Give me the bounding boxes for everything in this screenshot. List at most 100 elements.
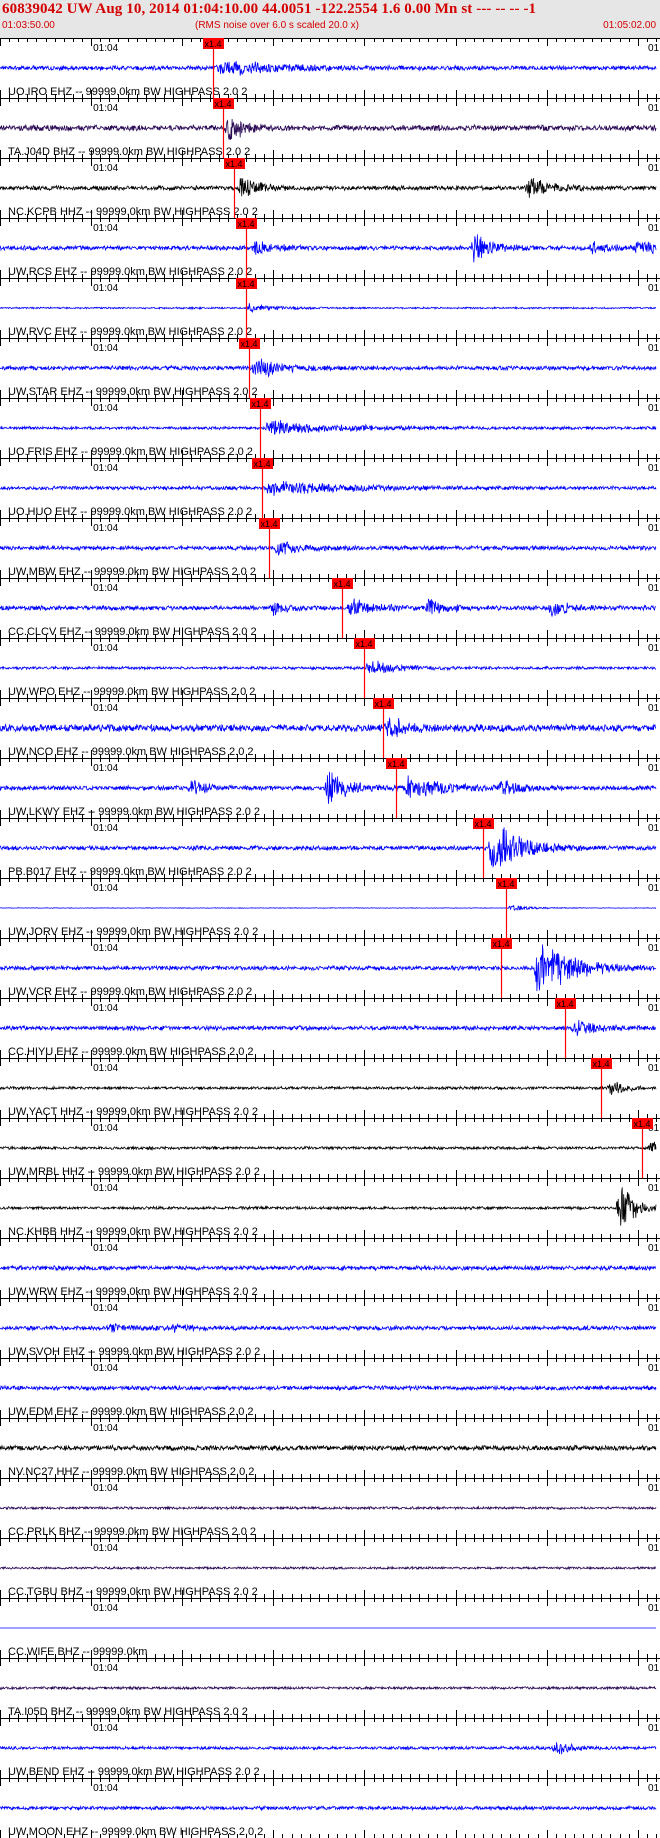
pick-label: x1.4 <box>225 159 242 169</box>
waveform <box>0 358 657 378</box>
pick-label: x1.4 <box>260 519 277 529</box>
minute-tick-label: 01:04 <box>93 943 118 954</box>
waveform <box>0 660 657 674</box>
minute-tick-label: 01:04 <box>93 1783 118 1794</box>
minute-tick-label: 01:04 <box>93 1543 118 1554</box>
event-title: 60839042 UW Aug 10, 2014 01:04:10.00 44.… <box>2 1 537 17</box>
waveform <box>0 1742 657 1755</box>
seismogram-plot: 01:04 01 UO.IRO EHZ -- 99999.0km BW HIGHPA… <box>0 38 660 1838</box>
station-label: CC.PRLK BHZ -- 99999.0km BW HIGHPASS 2.0… <box>8 1526 256 1538</box>
right-edge-label: 01 <box>648 703 660 714</box>
station-label: UW.WPO EHZ -- 99999.0km BW HIGHPASS 2.0 … <box>8 686 255 698</box>
right-edge-label: 01 <box>648 403 660 414</box>
station-label: PB.B017 EHZ -- 99999.0km BW HIGHPASS 2.0… <box>8 866 252 878</box>
minute-tick-label: 01:04 <box>93 1723 118 1734</box>
channel-trace: 01:04 01 UW.YACT HHZ -- 99999.0km BW HIGHP… <box>0 1058 660 1118</box>
waveform <box>0 541 657 556</box>
minute-tick-label: 01:04 <box>93 1303 118 1314</box>
channel-trace: 01:04 01 UO.IRO EHZ -- 99999.0km BW HIGHPA… <box>0 38 660 98</box>
channel-trace: 01:04 01 CC.TGBU BHZ -- 99999.0km BW HIGHP… <box>0 1538 660 1598</box>
pick-label: x1.4 <box>253 459 270 469</box>
station-label: UW.SVOH EHZ -- 99999.0km BW HIGHPASS 2.0… <box>8 1346 260 1358</box>
waveform <box>0 1323 657 1333</box>
pick-label: x1.4 <box>592 1059 609 1069</box>
waveform <box>0 1505 657 1511</box>
channel-trace: 01:04 01 TA.I05D BHZ -- 99999.0km BW HIGHP… <box>0 1658 660 1718</box>
minute-tick-label: 01:04 <box>93 1483 118 1494</box>
station-label: TA.I05D BHZ -- 99999.0km BW HIGHPASS 2.0… <box>8 1706 248 1718</box>
station-label: UW.BEND EHZ -- 99999.0km BW HIGHPASS 2.0… <box>8 1766 260 1778</box>
right-edge-label: 01 <box>648 1003 660 1014</box>
channel-trace: 01:04 01 NV.NC27 HHZ -- 99999.0km BW HIGHP… <box>0 1418 660 1478</box>
pick-label: x1.4 <box>237 219 254 229</box>
scale-note: (RMS noise over 6.0 s scaled 20.0 x) <box>195 20 359 31</box>
right-edge-label: 01 <box>648 883 660 894</box>
channel-trace: 01:04 01 CC.CLCV EHZ -- 99999.0km BW HIGHP… <box>0 578 660 638</box>
station-label: UW.RCS EHZ -- 99999.0km BW HIGHPASS 2.0 … <box>8 266 252 278</box>
minute-tick-label: 01:04 <box>93 343 118 354</box>
pick-label: x1.4 <box>333 579 350 589</box>
right-edge-label: 01 <box>648 1183 660 1194</box>
minute-tick-label: 01:04 <box>93 223 118 234</box>
station-label: UW.LKWY EHZ -- 99999.0km BW HIGHPASS 2.0… <box>8 806 260 818</box>
channel-trace: 01:04 01 TA.J04D BHZ -- 99999.0km BW HIGHP… <box>0 98 660 158</box>
channel-trace: 01:04 01 UO.HUO EHZ -- 99999.0km BW HIGHPA… <box>0 458 660 518</box>
minute-tick-label: 01:04 <box>93 823 118 834</box>
start-time: 01:03:50.00 <box>2 20 55 31</box>
right-edge-label: 01 <box>648 823 660 834</box>
waveform <box>0 303 657 313</box>
plot-header: 60839042 UW Aug 10, 2014 01:04:10.00 44.… <box>0 0 660 39</box>
pick-label: x1.4 <box>237 279 254 289</box>
pick-label: x1.4 <box>355 639 372 649</box>
minute-tick-label: 01:04 <box>93 523 118 534</box>
waveform <box>0 1019 657 1037</box>
minute-tick-label: 01:04 <box>93 283 118 294</box>
channel-trace: 01:04 01 UW.MBW EHZ -- 99999.0km BW HIGHPA… <box>0 518 660 578</box>
right-edge-label: 01 <box>648 763 660 774</box>
waveform <box>0 420 657 435</box>
station-label: UW.WRW EHZ -- 99999.0km BW HIGHPASS 2.0 … <box>8 1286 258 1298</box>
minute-tick-label: 01:04 <box>93 403 118 414</box>
station-label: NV.NC27 HHZ -- 99999.0km BW HIGHPASS 2.0… <box>8 1466 254 1478</box>
channel-trace: 01:04 01 NC.KCPB HHZ -- 99999.0km BW HIGHP… <box>0 158 660 218</box>
pick-label: x1.4 <box>633 1119 650 1129</box>
pick-label: x1.4 <box>204 39 221 49</box>
channel-trace: 01:04 01 UW.WPO EHZ -- 99999.0km BW HIGHPA… <box>0 638 660 698</box>
right-edge-label: 01 <box>648 1363 660 1374</box>
right-edge-label: 01 <box>648 1723 660 1734</box>
station-label: UW.VCR EHZ -- 99999.0km BW HIGHPASS 2.0 … <box>8 986 252 998</box>
waveform <box>0 1565 657 1571</box>
pick-label: x1.4 <box>497 879 514 889</box>
pick-label: x1.4 <box>387 759 404 769</box>
right-edge-label: 01 <box>648 1603 660 1614</box>
minute-tick-label: 01:04 <box>93 1363 118 1374</box>
channel-trace: 01:04 01 UO.FRIS EHZ -- 99999.0km BW HIGHP… <box>0 398 660 458</box>
waveform <box>0 1264 656 1272</box>
minute-tick-label: 01:04 <box>93 703 118 714</box>
right-edge-label: 01 <box>648 223 660 234</box>
station-label: UW.MOON EHZ -- 99999.0km BW HIGHPASS 2.0… <box>8 1826 263 1838</box>
channel-trace: 01:04 01 UW.JORV EHZ -- 99999.0km BW HIGHP… <box>0 878 660 938</box>
station-label: CC.WIFE BHZ -- 99999.0km <box>8 1646 147 1658</box>
right-edge-label: 01 <box>648 1423 660 1434</box>
channel-trace: 01:04 01 UW.SVOH EHZ -- 99999.0km BW HIGHP… <box>0 1298 660 1358</box>
waveform <box>0 1804 657 1812</box>
station-label: NC.KCPB HHZ -- 99999.0km BW HIGHPASS 2.0… <box>8 206 258 218</box>
channel-trace: 01:04 01 CC.WIFE BHZ -- 99999.0km <box>0 1598 660 1658</box>
right-edge-label: 01 <box>648 1783 660 1794</box>
right-edge-label: 01 <box>648 943 660 954</box>
pick-label: x1.4 <box>556 999 573 1009</box>
right-edge-label: 01 <box>648 583 660 594</box>
pick-label: x1.4 <box>492 939 509 949</box>
minute-tick-label: 01:04 <box>93 43 118 54</box>
channel-trace: 01:04 01 UW.STAR EHZ -- 99999.0km BW HIGHP… <box>0 338 660 398</box>
right-edge-label: 01 <box>648 1243 660 1254</box>
minute-tick-label: 01:04 <box>93 643 118 654</box>
station-label: UO.FRIS EHZ -- 99999.0km BW HIGHPASS 2.0… <box>8 446 253 458</box>
right-edge-label: 01 <box>648 463 660 474</box>
pick-label: x1.4 <box>240 339 257 349</box>
station-label: UW.NCO EHZ -- 99999.0km BW HIGHPASS 2.0 … <box>8 746 254 758</box>
station-label: NC.KHBB HHZ -- 99999.0km BW HIGHPASS 2.0… <box>8 1226 258 1238</box>
waveform <box>0 1141 657 1152</box>
waveform <box>0 1685 657 1691</box>
